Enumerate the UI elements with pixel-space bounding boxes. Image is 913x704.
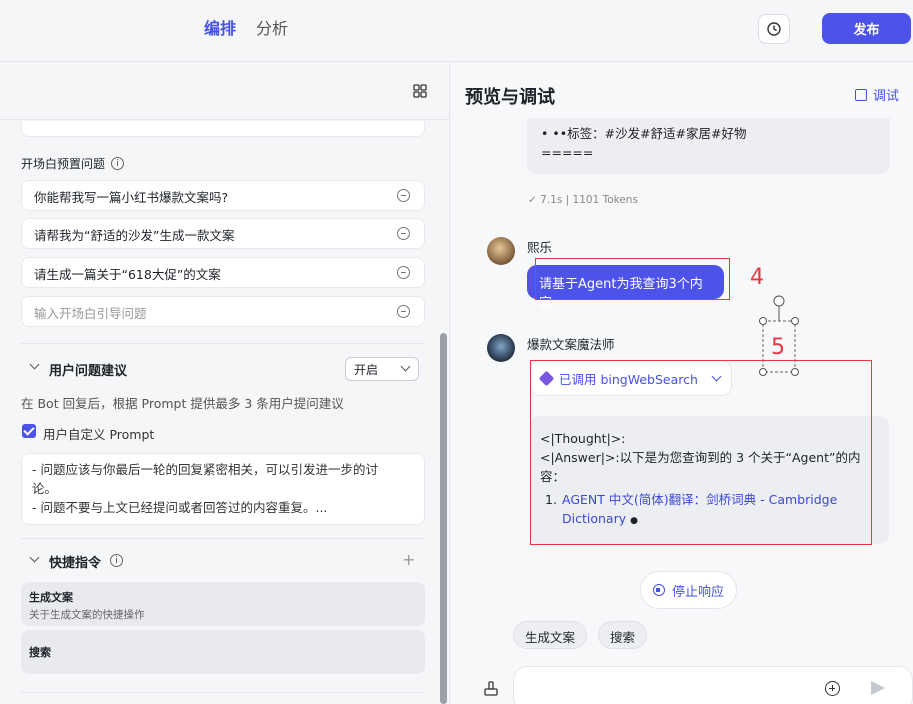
layout-grid-icon[interactable] (412, 83, 428, 99)
stop-icon (652, 584, 665, 596)
custom-prompt-label: 用户自定义 Prompt (43, 427, 155, 442)
info-icon[interactable]: i (111, 157, 125, 170)
message-line: ===== (541, 145, 594, 160)
collapse-chevron-icon[interactable] (29, 552, 40, 563)
preview-title: 预览与调试 (465, 87, 555, 108)
history-button[interactable] (758, 14, 790, 44)
user-name: 熙乐 (527, 240, 553, 255)
add-shortcut-icon[interactable]: + (402, 550, 415, 569)
preset-questions-label: 开场白预置问题 i (21, 155, 125, 172)
scrollbar[interactable] (440, 333, 447, 704)
bot-name: 爆款文案魔法师 (527, 337, 615, 352)
preset-question-1[interactable]: 你能帮我写一篇小红书爆款文案吗? (21, 180, 425, 211)
send-icon[interactable] (871, 681, 885, 695)
preset-question-text: 你能帮我写一篇小红书爆款文案吗? (34, 190, 229, 205)
top-bar: 编排 分析 发布 (0, 0, 913, 62)
preset-question-text: 请生成一篇关于“618大促”的文案 (34, 267, 221, 282)
bot-avatar (487, 334, 515, 362)
remove-icon[interactable] (397, 227, 410, 240)
prompt-line: - 问题不要与上文已经提问或者回答过的内容重复。... (32, 500, 328, 515)
message-line: • ••标签：#沙发#舒适#家居#好物 (541, 126, 747, 141)
chevron-down-icon (400, 361, 411, 372)
annotation-number-4: 4 (750, 265, 764, 290)
divider (21, 538, 425, 539)
shortcut-item[interactable]: 搜索 (21, 630, 425, 674)
question-placeholder: 输入开场白引导问题 (34, 306, 147, 321)
divider (21, 692, 425, 693)
remove-icon[interactable] (397, 305, 410, 318)
custom-prompt-checkbox[interactable] (22, 424, 36, 438)
meta-text: 7.1s | 1101 Tokens (540, 194, 638, 206)
clear-chat-icon[interactable] (483, 681, 499, 697)
chat-input[interactable] (513, 666, 913, 704)
history-icon (767, 22, 781, 36)
user-avatar (487, 237, 515, 265)
opening-text-card[interactable] (21, 121, 425, 137)
remove-icon[interactable] (397, 266, 410, 279)
shortcuts-title: 快捷指令 (49, 556, 102, 571)
arrange-panel: 开场白预置问题 i 你能帮我写一篇小红书爆款文案吗? 请帮我为“舒适的沙发”生成… (0, 63, 450, 704)
response-meta: ✓ 7.1s | 1101 Tokens (528, 194, 638, 206)
info-icon[interactable]: i (110, 554, 123, 567)
previous-message: • ••标签：#沙发#舒适#家居#好物 ===== (527, 118, 890, 174)
preset-questions-title: 开场白预置问题 (21, 157, 106, 171)
stop-response-button[interactable]: 停止响应 (640, 571, 737, 609)
annotation-box-5 (530, 360, 872, 545)
suggestion-chip[interactable]: 生成文案 (513, 621, 588, 649)
suggestions-toggle-select[interactable]: 开启 (345, 357, 419, 381)
stop-label: 停止响应 (671, 584, 724, 600)
remove-icon[interactable] (397, 189, 410, 202)
debug-label: 调试 (873, 89, 900, 104)
user-suggestions-title: 用户问题建议 (49, 364, 128, 379)
add-attachment-icon[interactable] (825, 681, 840, 696)
custom-prompt-textarea[interactable]: - 问题应该与你最后一轮的回复紧密相关，可以引发进一步的讨 论。 - 问题不要与… (21, 453, 425, 525)
debug-button[interactable]: 调试 (855, 85, 899, 104)
suggestion-chip[interactable]: 搜索 (598, 621, 648, 649)
annotation-number-5: 5 (771, 335, 785, 360)
suggestions-description: 在 Bot 回复后，根据 Prompt 提供最多 3 条用户提问建议 (21, 396, 344, 411)
shortcut-name: 生成文案 (29, 591, 73, 604)
preset-question-2[interactable]: 请帮我为“舒适的沙发”生成一款文案 (21, 218, 425, 249)
divider (21, 343, 425, 344)
preview-panel: 预览与调试 调试 • ••标签：#沙发#舒适#家居#好物 ===== ✓ 7.1… (451, 63, 913, 704)
preset-question-3[interactable]: 请生成一篇关于“618大促”的文案 (21, 257, 425, 288)
shortcut-name: 搜索 (29, 646, 51, 659)
shortcut-item[interactable]: 生成文案 关于生成文案的快捷操作 (21, 582, 425, 626)
tab-analysis[interactable]: 分析 (256, 15, 288, 39)
select-value: 开启 (354, 363, 379, 377)
shortcut-desc: 关于生成文案的快捷操作 (29, 609, 145, 621)
tab-arrange[interactable]: 编排 (204, 15, 236, 39)
preset-question-input[interactable]: 输入开场白引导问题 (21, 296, 425, 327)
panel-header (0, 63, 449, 120)
debug-icon (855, 88, 867, 101)
collapse-chevron-icon[interactable] (29, 359, 40, 370)
prompt-line: 论。 (32, 481, 58, 496)
publish-button[interactable]: 发布 (822, 13, 911, 44)
prompt-line: - 问题应该与你最后一轮的回复紧密相关，可以引发进一步的讨 (32, 462, 378, 477)
annotation-box-4 (535, 258, 730, 300)
preset-question-text: 请帮我为“舒适的沙发”生成一款文案 (34, 228, 235, 243)
